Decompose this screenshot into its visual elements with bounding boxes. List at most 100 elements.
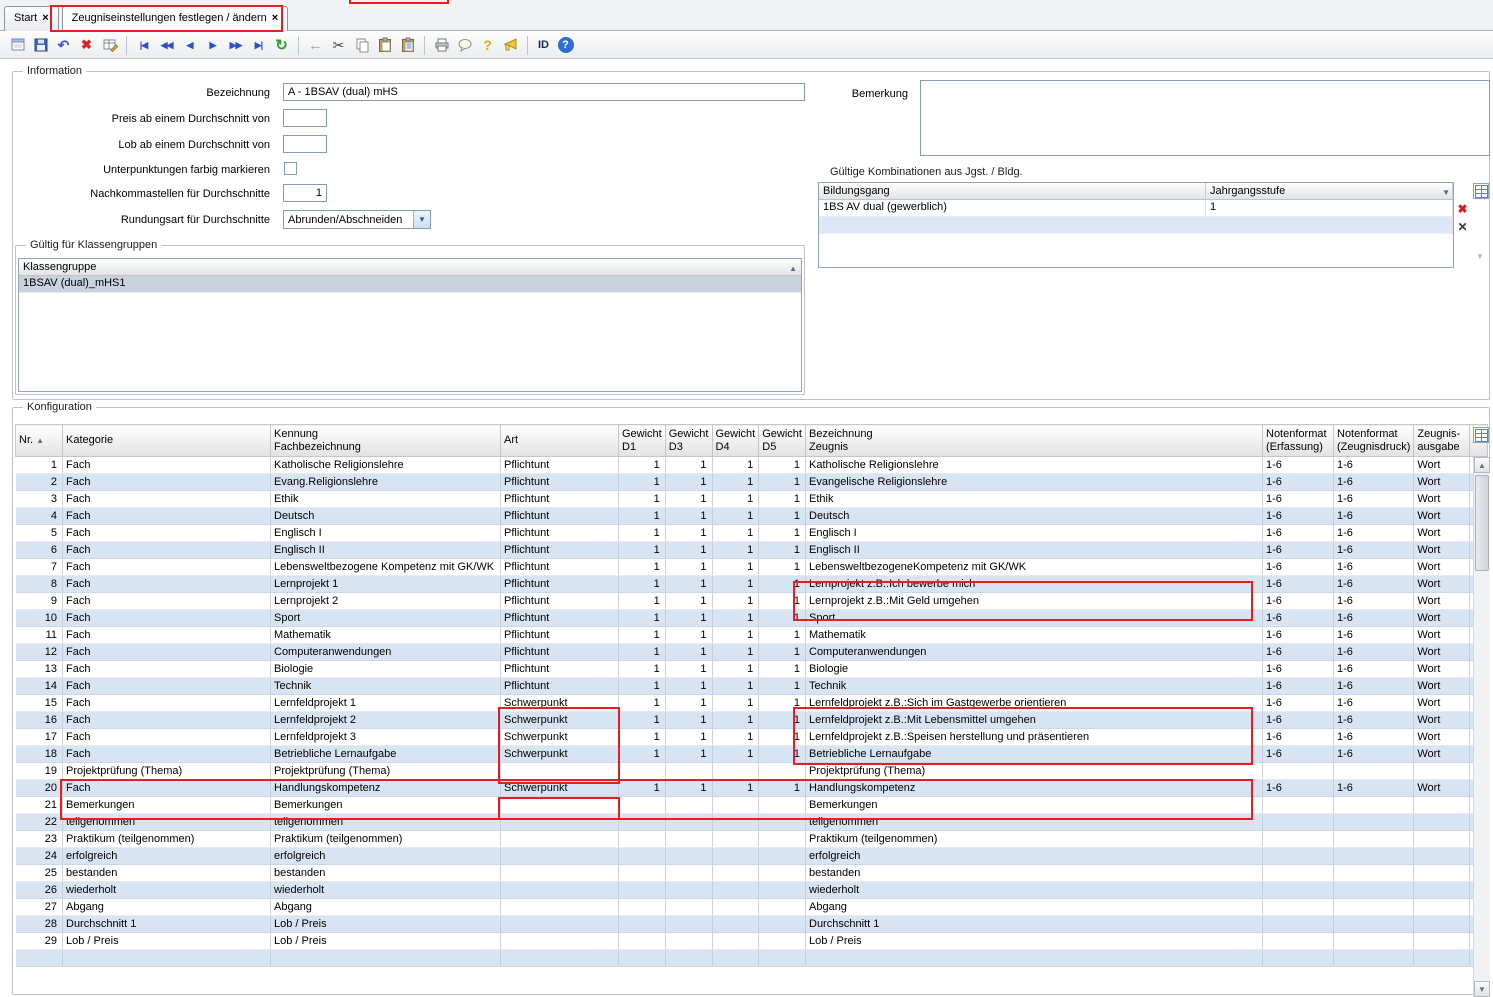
cell-d3[interactable]: 1 (665, 474, 712, 491)
cell-nfd[interactable]: 1-6 (1334, 695, 1414, 712)
hint-icon[interactable]: ? (477, 35, 498, 56)
cell-ausgabe[interactable] (1414, 950, 1470, 967)
cell-d4[interactable]: 1 (712, 746, 759, 763)
cell-bez[interactable]: Technik (806, 678, 1263, 695)
cell-nfd[interactable]: 1-6 (1334, 644, 1414, 661)
cell-d3[interactable] (665, 899, 712, 916)
cell-bez[interactable]: teilgenommen (806, 814, 1263, 831)
cell-bez[interactable]: Mathematik (806, 627, 1263, 644)
cell-d3[interactable]: 1 (665, 508, 712, 525)
cell-nfe[interactable]: 1-6 (1263, 712, 1334, 729)
cell-nfe[interactable]: 1-6 (1263, 695, 1334, 712)
cell-nr[interactable]: 14 (16, 678, 63, 695)
cell-d5[interactable]: 1 (759, 508, 806, 525)
nav-fast-forward-icon[interactable]: ▶▶ (225, 35, 246, 56)
cell-d5[interactable]: 1 (759, 661, 806, 678)
konfig-row[interactable]: 14FachTechnikPflichtunt1111Technik1-61-6… (16, 678, 1488, 695)
cell-nfe[interactable] (1263, 848, 1334, 865)
cell-d3[interactable]: 1 (665, 491, 712, 508)
cell-nr[interactable]: 16 (16, 712, 63, 729)
cell-d1[interactable]: 1 (619, 712, 666, 729)
grid-selector-icon[interactable] (1473, 183, 1489, 199)
cell-kennung[interactable]: Lernprojekt 1 (271, 576, 501, 593)
cell-ausgabe[interactable] (1414, 933, 1470, 950)
cell-kennung[interactable]: Lebensweltbezogene Kompetenz mit GK/WK (271, 559, 501, 576)
cell-d3[interactable]: 1 (665, 559, 712, 576)
cell-klassengruppe[interactable]: 1BSAV (dual)_mHS1 (19, 276, 801, 292)
cell-kennung[interactable]: Handlungskompetenz (271, 780, 501, 797)
cell-ausgabe[interactable] (1414, 899, 1470, 916)
cell-bez[interactable]: Deutsch (806, 508, 1263, 525)
cell-nr[interactable]: 26 (16, 882, 63, 899)
cell-nfe[interactable] (1263, 916, 1334, 933)
cell-kategorie[interactable]: Abgang (63, 899, 271, 916)
cell-ausgabe[interactable] (1414, 848, 1470, 865)
cell-bez[interactable]: Computeranwendungen (806, 644, 1263, 661)
cell-d5[interactable]: 1 (759, 491, 806, 508)
konfig-row[interactable]: 18FachBetriebliche LernaufgabeSchwerpunk… (16, 746, 1488, 763)
cell-nfe[interactable] (1263, 899, 1334, 916)
cell-d4[interactable]: 1 (712, 729, 759, 746)
cell-ausgabe[interactable] (1414, 865, 1470, 882)
cell-kennung[interactable]: Sport (271, 610, 501, 627)
cell-d4[interactable]: 1 (712, 695, 759, 712)
cell-art[interactable]: Pflichtunt (501, 508, 619, 525)
cell-nfd[interactable]: 1-6 (1334, 525, 1414, 542)
cell-nfe[interactable]: 1-6 (1263, 644, 1334, 661)
delete-kombination-icon[interactable]: ✖ (1455, 202, 1470, 217)
cell-bez[interactable]: Lernfeldprojekt z.B.:Mit Lebensmittel um… (806, 712, 1263, 729)
cell-jahrgangsstufe[interactable] (1206, 217, 1453, 233)
cell-d3[interactable] (665, 882, 712, 899)
konfig-row[interactable]: 1FachKatholische ReligionslehrePflichtun… (16, 457, 1488, 474)
cell-art[interactable] (501, 763, 619, 780)
cell-bez[interactable]: Betriebliche Lernaufgabe (806, 746, 1263, 763)
cell-kennung[interactable]: Lernprojekt 2 (271, 593, 501, 610)
cell-d5[interactable]: 1 (759, 525, 806, 542)
cell-d3[interactable] (665, 933, 712, 950)
cell-kennung[interactable]: Bemerkungen (271, 797, 501, 814)
cell-nfe[interactable]: 1-6 (1263, 746, 1334, 763)
cell-kategorie[interactable]: Fach (63, 576, 271, 593)
cell-bez[interactable]: bestanden (806, 865, 1263, 882)
cell-ausgabe[interactable]: Wort (1414, 610, 1470, 627)
cell-d4[interactable]: 1 (712, 712, 759, 729)
cell-ausgabe[interactable] (1414, 882, 1470, 899)
cell-art[interactable] (501, 882, 619, 899)
cell-nfe[interactable]: 1-6 (1263, 593, 1334, 610)
cell-bez[interactable]: LebensweltbezogeneKompetenz mit GK/WK (806, 559, 1263, 576)
tab-start[interactable]: Start× (4, 6, 59, 31)
column-kennung[interactable]: KennungFachbezeichnung (271, 425, 501, 457)
cell-kategorie[interactable]: Fach (63, 474, 271, 491)
cell-kategorie[interactable]: Fach (63, 729, 271, 746)
cell-d3[interactable] (665, 865, 712, 882)
cell-nr[interactable]: 20 (16, 780, 63, 797)
cell-nr[interactable]: 24 (16, 848, 63, 865)
cell-kategorie[interactable]: Fach (63, 627, 271, 644)
cell-art[interactable]: Pflichtunt (501, 661, 619, 678)
cell-art[interactable]: Pflichtunt (501, 627, 619, 644)
kombination-row[interactable]: 1BS AV dual (gewerblich) 1 (819, 200, 1453, 217)
cell-d3[interactable]: 1 (665, 695, 712, 712)
cell-nfd[interactable] (1334, 899, 1414, 916)
cell-bez[interactable]: Handlungskompetenz (806, 780, 1263, 797)
column-gewicht-d3[interactable]: GewichtD3 (665, 425, 712, 457)
cell-nfd[interactable] (1334, 831, 1414, 848)
back-arrow-icon[interactable]: ← (305, 35, 326, 56)
cell-nfd[interactable]: 1-6 (1334, 729, 1414, 746)
column-klassengruppe[interactable]: Klassengruppe▲ (19, 259, 801, 275)
clear-kombination-icon[interactable]: ✕ (1455, 220, 1470, 235)
cell-d4[interactable]: 1 (712, 576, 759, 593)
cell-nfe[interactable]: 1-6 (1263, 661, 1334, 678)
cell-nr[interactable]: 11 (16, 627, 63, 644)
nav-last-icon[interactable]: ▶| (248, 35, 269, 56)
cell-d5[interactable]: 1 (759, 559, 806, 576)
cell-d4[interactable]: 1 (712, 491, 759, 508)
cell-art[interactable]: Pflichtunt (501, 474, 619, 491)
cell-d4[interactable]: 1 (712, 661, 759, 678)
cell-d5[interactable] (759, 763, 806, 780)
konfig-row[interactable]: 13FachBiologiePflichtunt1111Biologie1-61… (16, 661, 1488, 678)
column-bezeichnung-zeugnis[interactable]: BezeichnungZeugnis (806, 425, 1263, 457)
cell-art[interactable]: Pflichtunt (501, 457, 619, 474)
cell-d1[interactable]: 1 (619, 644, 666, 661)
cell-d3[interactable]: 1 (665, 746, 712, 763)
